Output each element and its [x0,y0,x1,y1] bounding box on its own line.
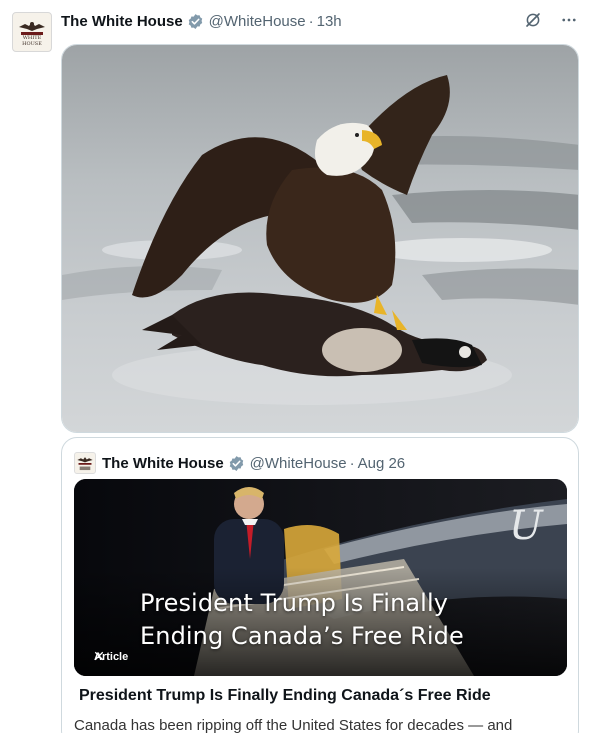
quoted-author-name: The White House [102,454,224,472]
author-avatar[interactable]: WHITE HOUSE [12,12,52,52]
author-handle[interactable]: @WhiteHouse [209,13,306,30]
white-house-logo-icon: WHITE HOUSE [19,22,45,47]
headline-line-1: President Trump Is Finally [140,589,449,617]
grok-button[interactable] [522,9,544,31]
quoted-author-avatar [74,452,96,474]
post-header: The White House @WhiteHouse · 13h [61,11,342,31]
article-title[interactable]: President Trump Is Finally Ending Canada… [79,687,491,705]
article-tag: Article [94,651,128,663]
post-actions [522,9,580,31]
post-time[interactable]: 13h [317,13,342,30]
svg-text:HOUSE: HOUSE [22,41,42,47]
x-logo-icon [94,651,104,661]
quoted-post[interactable]: The White House @WhiteHouse · Aug 26 Pre… [61,437,579,733]
verified-badge-icon [188,13,202,29]
headline-line-2: Ending Canada’s Free Ride [140,622,464,650]
author-name[interactable]: The White House [61,13,183,30]
white-house-logo-icon [77,457,93,471]
article-card[interactable]: U President Trump Is Finally Ending Cana… [74,479,567,676]
separator-dot: · [308,12,314,30]
eagle-goose-photo-icon [62,45,578,432]
grok-icon [526,13,540,27]
more-icon [562,18,576,22]
quoted-post-date: Aug 26 [357,454,406,472]
post-photo[interactable] [61,44,579,433]
quoted-author-handle: @WhiteHouse [249,454,347,472]
separator-dot: · [349,454,355,472]
article-card-headline: President Trump Is Finally Ending Canada… [140,587,464,653]
more-options-button[interactable] [558,9,580,31]
verified-badge-icon [229,455,243,471]
quoted-post-header: The White House @WhiteHouse · Aug 26 [74,452,405,474]
article-description: Canada has been ripping off the United S… [74,717,513,733]
